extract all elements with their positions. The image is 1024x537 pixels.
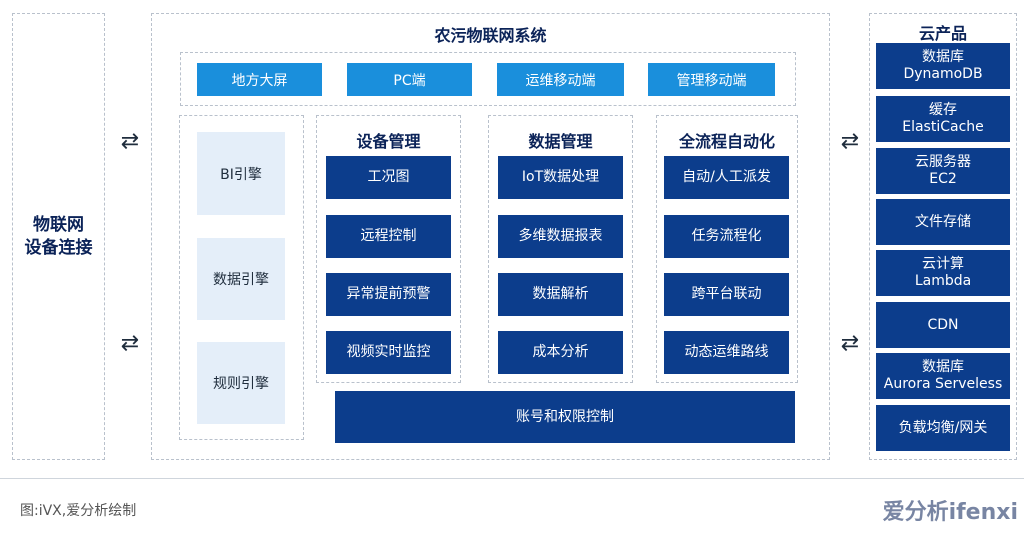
cloud-item: CDN xyxy=(876,302,1010,348)
cloud-item: 数据库 Aurora Serveless xyxy=(876,353,1010,399)
automation-item: 跨平台联动 xyxy=(664,273,789,316)
iot-device-panel: 物联网 设备连接 xyxy=(12,13,105,460)
cloud-item: 数据库 DynamoDB xyxy=(876,43,1010,89)
automation-item: 自动/人工派发 xyxy=(664,156,789,199)
device-item: 视频实时监控 xyxy=(326,331,451,374)
bidirectional-arrow-icon: ⇄ xyxy=(840,331,860,356)
rule-engine: 规则引擎 xyxy=(197,342,285,424)
footer-divider xyxy=(0,478,1024,479)
terminal-admin-mobile: 管理移动端 xyxy=(648,63,775,96)
device-item: 异常提前预警 xyxy=(326,273,451,316)
cloud-item: 云计算 Lambda xyxy=(876,250,1010,296)
bidirectional-arrow-icon: ⇄ xyxy=(120,129,140,154)
watermark: 爱分析ifenxi xyxy=(882,500,1018,525)
data-item: 多维数据报表 xyxy=(498,215,623,258)
device-management-title: 设备管理 xyxy=(356,132,421,151)
data-engine: 数据引擎 xyxy=(197,238,285,320)
terminal-pc: PC端 xyxy=(347,63,472,96)
iot-device-label: 物联网 设备连接 xyxy=(24,214,93,258)
terminal-ops-mobile: 运维移动端 xyxy=(497,63,624,96)
cloud-item: 负载均衡/网关 xyxy=(876,405,1010,451)
cloud-item: 缓存 ElastiCache xyxy=(876,96,1010,142)
device-item: 工况图 xyxy=(326,156,451,199)
account-permission-bar: 账号和权限控制 xyxy=(335,391,795,443)
system-title: 农污物联网系统 xyxy=(434,26,547,45)
bidirectional-arrow-icon: ⇄ xyxy=(120,331,140,356)
data-item: 成本分析 xyxy=(498,331,623,374)
cloud-item: 文件存储 xyxy=(876,199,1010,245)
automation-title: 全流程自动化 xyxy=(678,132,775,151)
data-management-title: 数据管理 xyxy=(528,132,593,151)
data-item: 数据解析 xyxy=(498,273,623,316)
bidirectional-arrow-icon: ⇄ xyxy=(840,129,860,154)
automation-item: 动态运维路线 xyxy=(664,331,789,374)
source-note: 图:iVX,爱分析绘制 xyxy=(20,503,137,519)
terminal-big-screen: 地方大屏 xyxy=(197,63,322,96)
automation-item: 任务流程化 xyxy=(664,215,789,258)
data-item: IoT数据处理 xyxy=(498,156,623,199)
cloud-item: 云服务器 EC2 xyxy=(876,148,1010,194)
bi-engine: BI引擎 xyxy=(197,132,285,215)
device-item: 远程控制 xyxy=(326,215,451,258)
cloud-title: 云产品 xyxy=(918,24,967,43)
